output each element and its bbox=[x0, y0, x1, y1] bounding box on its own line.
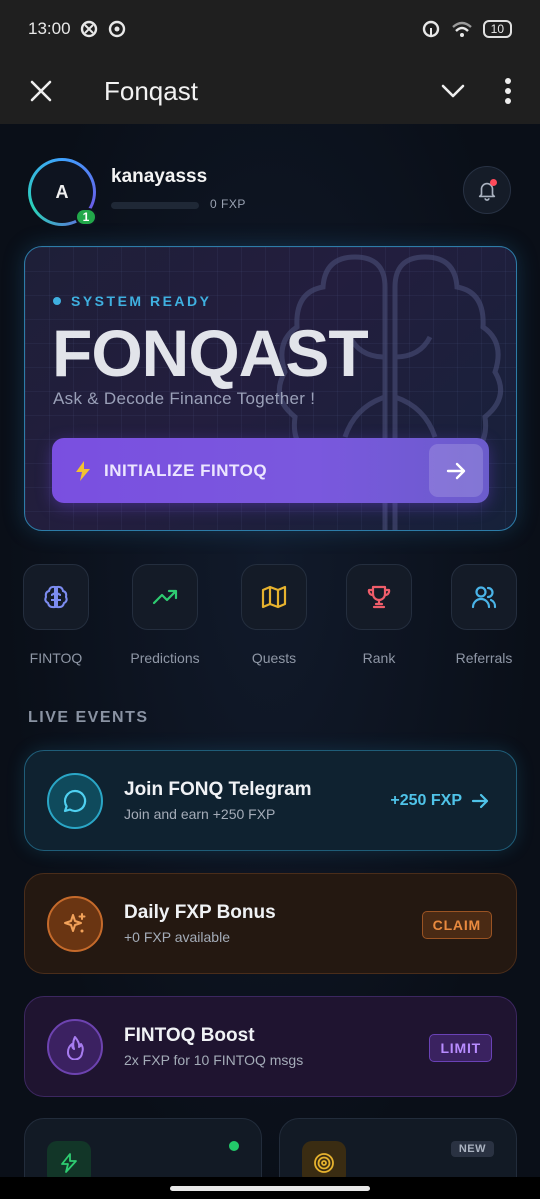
gesture-nav-bar bbox=[0, 1177, 540, 1199]
quick-action-fintoq[interactable]: FINTOQ bbox=[11, 564, 101, 666]
notifications-button[interactable] bbox=[463, 166, 511, 214]
battery-indicator: 10 bbox=[482, 20, 512, 38]
more-vertical-icon[interactable] bbox=[504, 78, 512, 104]
trophy-icon bbox=[367, 585, 391, 609]
status-time: 13:00 bbox=[28, 19, 71, 38]
system-status-label: SYSTEM READY bbox=[71, 293, 212, 309]
sparkles-icon bbox=[64, 913, 86, 933]
status-sync-icon bbox=[422, 20, 439, 38]
status-dot bbox=[53, 297, 61, 305]
event-telegram[interactable]: Join FONQ Telegram Join and earn +250 FX… bbox=[24, 750, 517, 851]
event-subtitle: +0 FXP available bbox=[124, 929, 230, 945]
quick-action-label: FINTOQ bbox=[29, 650, 83, 666]
arrow-right-icon bbox=[429, 444, 483, 497]
status-hotspot-icon bbox=[108, 20, 125, 38]
flame-icon bbox=[67, 1036, 84, 1060]
lightning-icon bbox=[61, 1153, 77, 1173]
event-title: Join FONQ Telegram bbox=[124, 779, 312, 800]
profile-header: A 1 kanayasss 0 FXP bbox=[28, 158, 512, 228]
event-icon bbox=[47, 1019, 103, 1075]
quick-action-label: Rank bbox=[362, 650, 396, 666]
quick-action-quests[interactable]: Quests bbox=[229, 564, 319, 666]
username: kanayasss bbox=[111, 166, 208, 187]
quick-action-label: Predictions bbox=[130, 650, 200, 666]
app-title: Fonqast bbox=[104, 75, 198, 106]
xp-progress-bar bbox=[111, 202, 199, 209]
trending-up-icon bbox=[152, 589, 178, 605]
event-icon bbox=[47, 773, 103, 829]
claim-button[interactable]: CLAIM bbox=[421, 911, 492, 939]
quick-action-predictions[interactable]: Predictions bbox=[120, 564, 210, 666]
chevron-down-icon[interactable] bbox=[440, 81, 466, 101]
status-notification-icon bbox=[80, 20, 97, 38]
live-events-title: LIVE EVENTS bbox=[28, 709, 149, 726]
event-fintoq-boost[interactable]: FINTOQ Boost 2x FXP for 10 FINTOQ msgs L… bbox=[24, 996, 517, 1097]
main-content: A 1 kanayasss 0 FXP SYSTEM READY FONQAST… bbox=[0, 124, 540, 1199]
event-subtitle: 2x FXP for 10 FINTOQ msgs bbox=[124, 1052, 304, 1068]
event-daily-bonus[interactable]: Daily FXP Bonus +0 FXP available CLAIM bbox=[24, 873, 517, 974]
close-icon[interactable] bbox=[28, 78, 54, 104]
hero-subtitle: Ask & Decode Finance Together ! bbox=[53, 389, 316, 408]
wifi-icon bbox=[451, 21, 472, 37]
brain-icon bbox=[44, 585, 68, 609]
home-handle[interactable] bbox=[170, 1185, 370, 1191]
status-bar: 13:00 10 bbox=[0, 0, 540, 58]
quick-action-label: Referrals bbox=[455, 650, 513, 666]
new-badge: NEW bbox=[450, 1141, 494, 1157]
event-subtitle: Join and earn +250 FXP bbox=[124, 806, 276, 822]
lightning-icon bbox=[76, 460, 90, 481]
arrow-right-icon bbox=[471, 793, 489, 809]
chat-bubble-icon bbox=[63, 789, 87, 813]
initialize-button-label: INITIALIZE FINTOQ bbox=[104, 460, 268, 480]
initialize-fintoq-button[interactable]: INITIALIZE FINTOQ bbox=[52, 438, 489, 503]
system-status: SYSTEM READY bbox=[53, 293, 211, 309]
quick-actions: FINTOQ Predictions Quests Rank Referrals bbox=[0, 564, 540, 666]
online-indicator bbox=[229, 1141, 239, 1151]
limit-badge: LIMIT bbox=[429, 1034, 492, 1062]
map-icon bbox=[261, 585, 287, 609]
quick-action-referrals[interactable]: Referrals bbox=[439, 564, 529, 666]
target-icon bbox=[314, 1153, 334, 1173]
event-title: FINTOQ Boost bbox=[124, 1025, 255, 1046]
app-bar: Fonqast bbox=[0, 58, 540, 124]
event-reward: +250 FXP bbox=[390, 792, 462, 809]
quick-action-rank[interactable]: Rank bbox=[334, 564, 424, 666]
hero-title: FONQAST bbox=[52, 316, 369, 390]
hero-card: SYSTEM READY FONQAST Ask & Decode Financ… bbox=[24, 246, 517, 531]
notification-dot bbox=[490, 179, 497, 186]
event-icon bbox=[47, 896, 103, 952]
xp-text: 0 FXP bbox=[210, 197, 246, 211]
level-badge: 1 bbox=[75, 208, 97, 226]
users-icon bbox=[471, 586, 497, 609]
event-title: Daily FXP Bonus bbox=[124, 902, 276, 923]
quick-action-label: Quests bbox=[251, 650, 297, 666]
